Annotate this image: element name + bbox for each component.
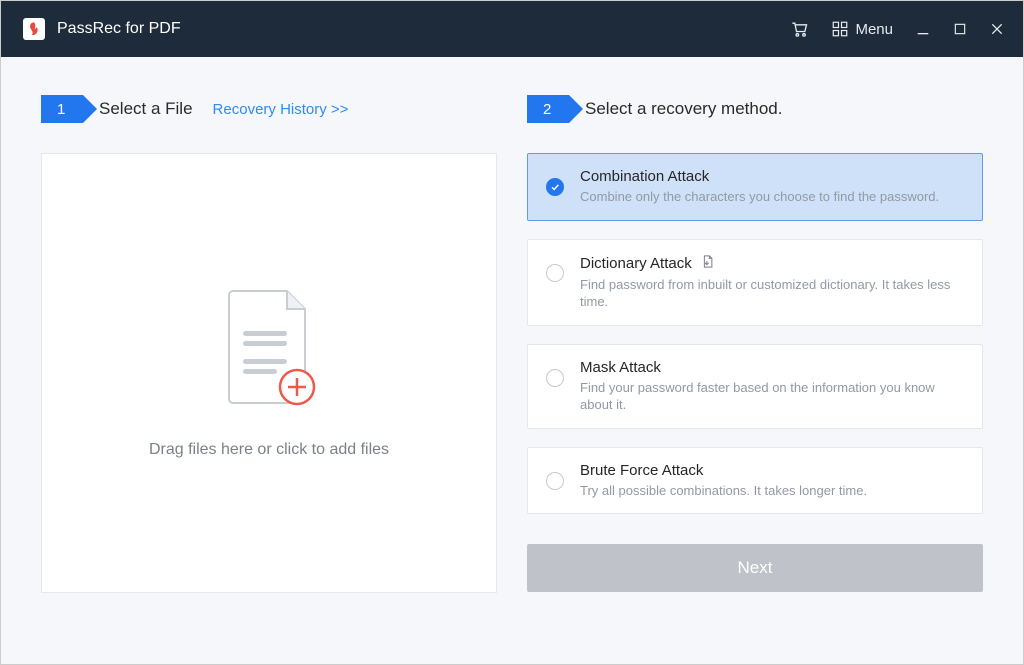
- recovery-method-option[interactable]: Combination Attack Combine only the chara…: [527, 153, 983, 221]
- method-body: Dictionary Attack Find password from inbu…: [580, 254, 964, 311]
- method-title-text: Combination Attack: [580, 168, 709, 185]
- close-button[interactable]: [989, 21, 1005, 37]
- method-description: Combine only the characters you choose t…: [580, 188, 964, 206]
- method-body: Mask Attack Find your password faster bas…: [580, 359, 964, 414]
- step1-header: 1 Select a File Recovery History >>: [41, 93, 497, 125]
- file-dropzone[interactable]: Drag files here or click to add files: [41, 153, 497, 593]
- step2-header: 2 Select a recovery method.: [527, 93, 983, 125]
- radio-checked-icon: [546, 178, 564, 196]
- method-title: Combination Attack: [580, 168, 964, 185]
- main-content: 1 Select a File Recovery History >> Drag: [1, 57, 1023, 623]
- step1-column: 1 Select a File Recovery History >> Drag: [41, 93, 497, 593]
- import-dictionary-icon[interactable]: [700, 254, 715, 273]
- dropzone-hint: Drag files here or click to add files: [149, 441, 389, 459]
- maximize-icon: [953, 22, 967, 36]
- method-body: Brute Force Attack Try all possible combi…: [580, 462, 964, 500]
- method-title-text: Mask Attack: [580, 359, 661, 376]
- radio-unchecked-icon: [546, 264, 564, 282]
- radio-unchecked-icon: [546, 472, 564, 490]
- cart-icon: [789, 19, 809, 39]
- step2-title: Select a recovery method.: [585, 99, 782, 119]
- menu-label: Menu: [855, 21, 893, 38]
- method-body: Combination Attack Combine only the chara…: [580, 168, 964, 206]
- step1-badge: 1: [41, 95, 83, 123]
- menu-grid-icon: [831, 20, 849, 38]
- step1-title: Select a File: [99, 99, 193, 119]
- recovery-methods-list: Combination Attack Combine only the chara…: [527, 153, 983, 514]
- minimize-button[interactable]: [915, 21, 931, 37]
- next-button[interactable]: Next: [527, 544, 983, 592]
- titlebar: PassRec for PDF Menu: [1, 1, 1023, 57]
- minimize-icon: [915, 21, 931, 37]
- method-title: Mask Attack: [580, 359, 964, 376]
- recovery-method-option[interactable]: Mask Attack Find your password faster bas…: [527, 344, 983, 429]
- method-title: Dictionary Attack: [580, 254, 964, 273]
- method-title-text: Dictionary Attack: [580, 255, 692, 272]
- recovery-history-link[interactable]: Recovery History >>: [213, 101, 349, 118]
- method-description: Find your password faster based on the i…: [580, 379, 964, 414]
- step2-badge: 2: [527, 95, 569, 123]
- app-logo-icon: [23, 18, 45, 40]
- recovery-method-option[interactable]: Dictionary Attack Find password from inbu…: [527, 239, 983, 326]
- method-title-text: Brute Force Attack: [580, 462, 703, 479]
- cart-button[interactable]: [789, 19, 809, 39]
- method-title: Brute Force Attack: [580, 462, 964, 479]
- close-icon: [989, 21, 1005, 37]
- recovery-method-option[interactable]: Brute Force Attack Try all possible combi…: [527, 447, 983, 515]
- maximize-button[interactable]: [953, 22, 967, 36]
- method-description: Try all possible combinations. It takes …: [580, 482, 964, 500]
- menu-button[interactable]: Menu: [831, 20, 893, 38]
- radio-unchecked-icon: [546, 369, 564, 387]
- method-description: Find password from inbuilt or customized…: [580, 276, 964, 311]
- step2-column: 2 Select a recovery method. Combination …: [527, 93, 983, 593]
- app-title: PassRec for PDF: [57, 20, 181, 38]
- document-add-icon: [219, 287, 319, 407]
